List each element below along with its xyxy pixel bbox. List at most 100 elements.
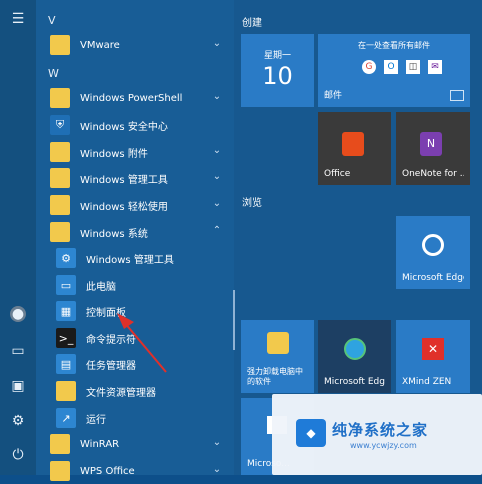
pictures-icon[interactable]: ▣ xyxy=(9,377,27,395)
folder-icon xyxy=(56,381,76,401)
terminal-icon: >_ xyxy=(56,328,76,348)
xmind-label: XMind ZEN xyxy=(402,377,452,387)
onenote-tile[interactable]: N OneNote for ... xyxy=(396,112,470,185)
folder-icon xyxy=(50,35,70,55)
app-label: Windows 系统 xyxy=(80,228,148,240)
calendar-weekday: 星期一 xyxy=(263,51,291,61)
uninstall-icon xyxy=(267,332,289,354)
section-title-create: 创建 xyxy=(242,18,262,29)
shield-icon: ⛨ xyxy=(50,115,70,135)
app-item-control-panel[interactable]: ▦ 控制面板 xyxy=(36,298,234,324)
scrollbar[interactable] xyxy=(233,290,235,350)
section-header-w[interactable]: W xyxy=(48,67,59,80)
office-tile[interactable]: Office xyxy=(318,112,391,185)
app-item-windows-system[interactable]: Windows 系统 ⌃ xyxy=(36,219,234,245)
document-icon[interactable]: ▭ xyxy=(9,342,27,360)
mail-headline: 在一处查看所有邮件 xyxy=(358,41,430,50)
start-rail: ☰ ● ▭ ▣ ⚙ ⏻ xyxy=(0,0,36,475)
edge-tile[interactable]: Microsoft Edge xyxy=(396,216,470,289)
app-item-admin-tools[interactable]: ⚙ Windows 管理工具 xyxy=(36,245,234,271)
power-icon[interactable]: ⏻ xyxy=(9,446,27,464)
section-header-v[interactable]: V xyxy=(48,14,56,27)
mail-label: 邮件 xyxy=(324,91,343,101)
app-label: Windows PowerShell xyxy=(80,92,183,104)
watermark-url: www.ycwjzy.com xyxy=(350,441,417,450)
edge-label: Microsoft Edge xyxy=(324,377,385,387)
app-item-task-manager[interactable]: ▤ 任务管理器 xyxy=(36,351,234,377)
chevron-down-icon: ⌄ xyxy=(212,145,222,156)
task-manager-icon: ▤ xyxy=(56,354,76,374)
app-item-accessories[interactable]: Windows 附件 ⌄ xyxy=(36,139,234,165)
envelope-icon xyxy=(450,90,464,101)
chevron-down-icon: ⌄ xyxy=(212,437,222,448)
mail-tile[interactable]: 在一处查看所有邮件 G O ◫ ✉ 邮件 xyxy=(318,34,470,107)
app-label: Windows 附件 xyxy=(80,148,148,160)
app-item-wps[interactable]: WPS Office ⌄ xyxy=(36,458,234,484)
uninstall-label: 强力卸载电脑中 的软件 xyxy=(247,367,303,386)
yahoo-mail-icon: ✉ xyxy=(428,60,442,74)
exchange-icon: ◫ xyxy=(406,60,420,74)
edge-tile-2[interactable]: Microsoft Edge xyxy=(318,320,391,393)
calendar-day: 10 xyxy=(262,62,293,90)
app-item-security-center[interactable]: ⛨ Windows 安全中心 xyxy=(36,112,234,138)
app-label: 任务管理器 xyxy=(86,360,136,372)
app-label: 此电脑 xyxy=(86,281,116,293)
admin-tools-icon: ⚙ xyxy=(56,248,76,268)
chevron-down-icon: ⌄ xyxy=(212,464,222,475)
outlook-icon: O xyxy=(384,60,398,74)
app-item-ease-of-access[interactable]: Windows 轻松使用 ⌄ xyxy=(36,192,234,218)
app-item-powershell[interactable]: Windows PowerShell ⌄ xyxy=(36,85,234,111)
app-label: Windows 管理工具 xyxy=(86,254,174,266)
uninstall-tile[interactable]: 强力卸载电脑中 的软件 xyxy=(241,320,314,393)
app-item-winrar[interactable]: WinRAR ⌄ xyxy=(36,431,234,457)
watermark-title: 纯净系统之家 xyxy=(332,421,429,439)
chevron-down-icon: ⌄ xyxy=(212,198,222,209)
edge-icon xyxy=(344,338,366,360)
app-label: Windows 管理工具 xyxy=(80,174,168,186)
folder-icon xyxy=(50,168,70,188)
folder-icon xyxy=(50,88,70,108)
app-item-run[interactable]: ↗ 运行 xyxy=(36,405,234,431)
xmind-tile[interactable]: ✕ XMind ZEN xyxy=(396,320,470,393)
folder-icon xyxy=(50,461,70,481)
app-item-admin-tools-folder[interactable]: Windows 管理工具 ⌄ xyxy=(36,165,234,191)
watermark: ◆ 纯净系统之家 www.ycwjzy.com xyxy=(272,394,482,475)
app-label: 运行 xyxy=(86,414,106,426)
app-item-command-prompt[interactable]: >_ 命令提示符 xyxy=(36,325,234,351)
run-icon: ↗ xyxy=(56,408,76,428)
settings-icon[interactable]: ⚙ xyxy=(9,412,27,430)
edge-label: Microsoft Edge xyxy=(402,273,464,283)
folder-icon xyxy=(50,222,70,242)
calendar-tile[interactable]: 星期一 10 xyxy=(241,34,314,107)
app-list: V VMware ⌄ W Windows PowerShell ⌄ ⛨ Wind… xyxy=(36,0,234,481)
app-item-this-pc[interactable]: ▭ 此电脑 xyxy=(36,272,234,298)
onenote-label: OneNote for ... xyxy=(402,169,464,179)
xmind-icon: ✕ xyxy=(422,338,444,360)
section-title-browse: 浏览 xyxy=(242,198,262,209)
google-icon: G xyxy=(362,60,376,74)
office-icon xyxy=(342,132,364,156)
user-icon[interactable]: ● xyxy=(10,306,26,322)
app-label: Windows 轻松使用 xyxy=(80,201,168,213)
app-label: 控制面板 xyxy=(86,307,126,319)
computer-icon: ▭ xyxy=(56,275,76,295)
app-label: 文件资源管理器 xyxy=(86,387,156,399)
hamburger-icon[interactable]: ☰ xyxy=(9,10,27,28)
app-item-file-explorer[interactable]: 文件资源管理器 xyxy=(36,378,234,404)
app-label: WinRAR xyxy=(80,438,120,450)
start-menu: ☰ ● ▭ ▣ ⚙ ⏻ V VMware ⌄ W Windows PowerSh… xyxy=(0,0,482,481)
folder-icon xyxy=(50,434,70,454)
chevron-down-icon: ⌄ xyxy=(212,38,222,49)
app-label: 命令提示符 xyxy=(86,334,136,346)
folder-icon xyxy=(50,142,70,162)
control-panel-icon: ▦ xyxy=(56,301,76,321)
watermark-logo-icon: ◆ xyxy=(296,419,326,447)
chevron-down-icon: ⌄ xyxy=(212,91,222,102)
chevron-down-icon: ⌄ xyxy=(212,171,222,182)
office-label: Office xyxy=(324,169,351,179)
folder-icon xyxy=(50,195,70,215)
app-item-vmware[interactable]: VMware ⌄ xyxy=(36,32,234,58)
edge-icon xyxy=(422,234,444,256)
app-label: Windows 安全中心 xyxy=(80,121,168,133)
chevron-up-icon: ⌃ xyxy=(212,225,222,236)
